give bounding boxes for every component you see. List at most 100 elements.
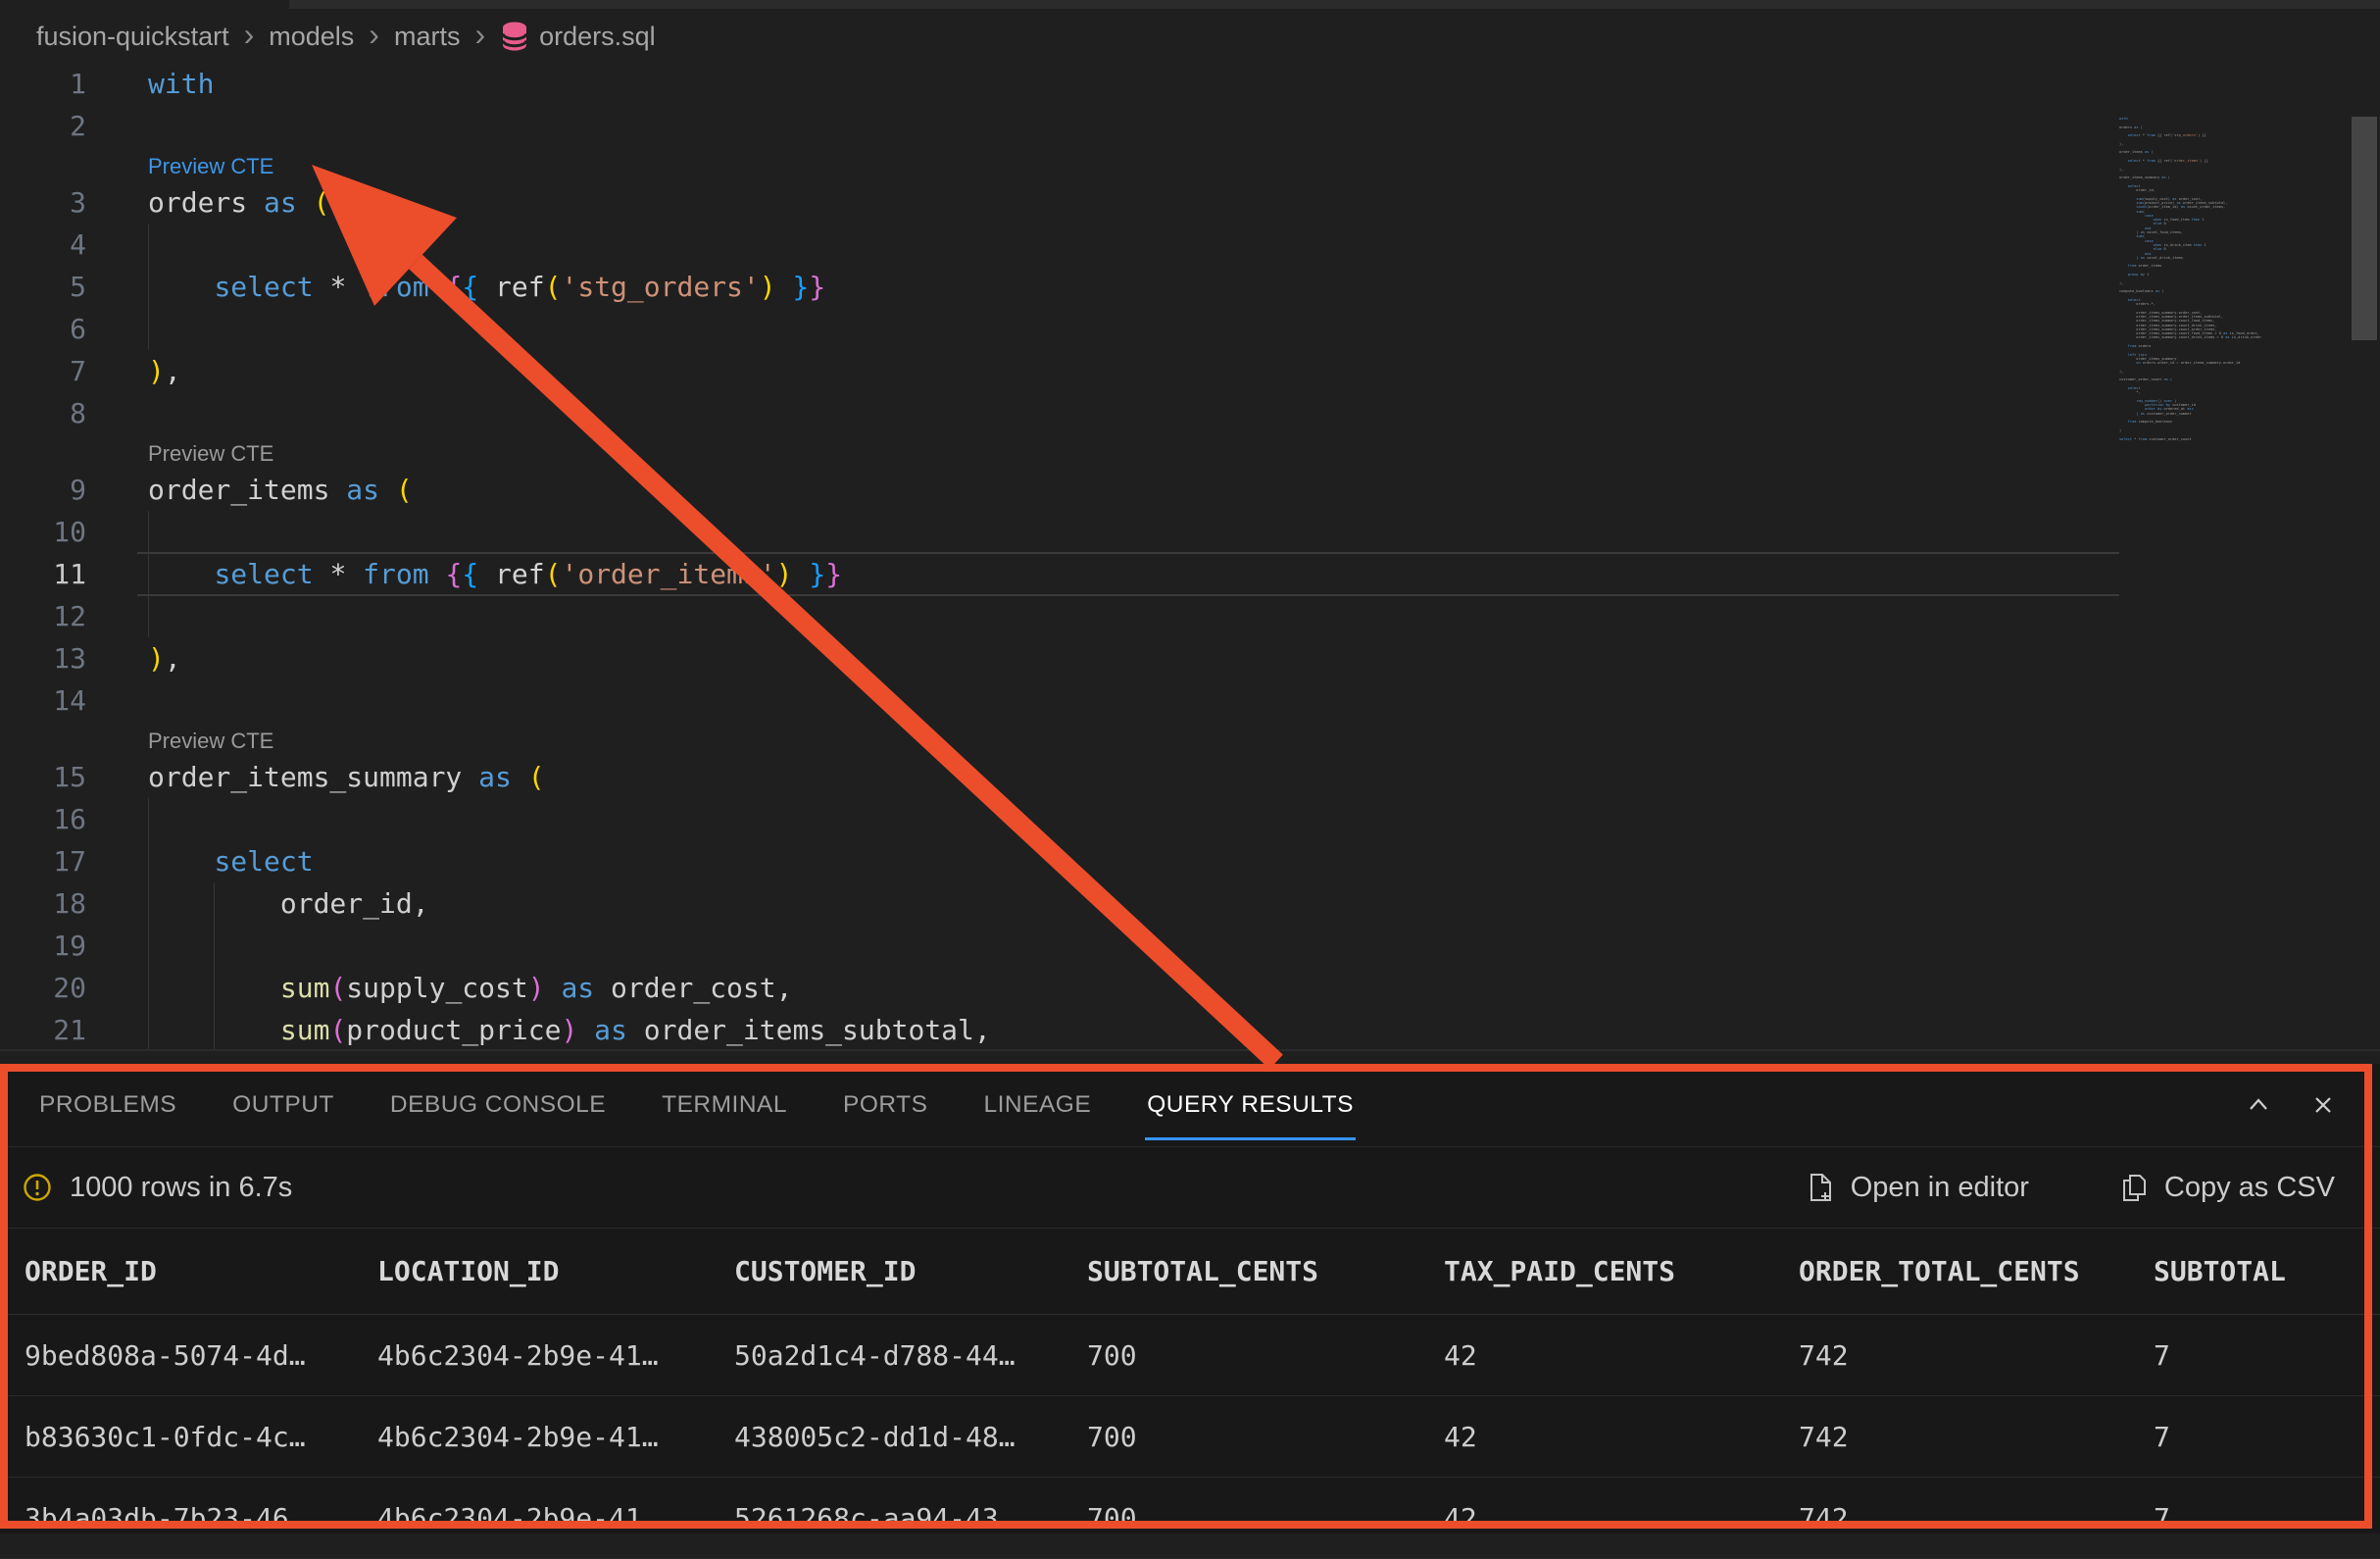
code-line-11[interactable]: 11 select * from {{ ref('order_items') }… bbox=[0, 553, 2119, 595]
breadcrumb-separator-icon bbox=[360, 19, 388, 54]
table-cell: 742 bbox=[1799, 1502, 2154, 1534]
panel-tabs: PROBLEMS OUTPUT DEBUG CONSOLE TERMINAL PORTS… bbox=[39, 1064, 1354, 1146]
column-header-subtotal_cents[interactable]: SUBTOTAL_CENTS bbox=[1087, 1255, 1444, 1287]
codelens-row: Preview CTE bbox=[0, 722, 2119, 756]
query-results-toolbar: 1000 rows in 6.7s Open in editor Copy as… bbox=[0, 1146, 2380, 1229]
bottom-panel: PROBLEMS OUTPUT DEBUG CONSOLE TERMINAL PORTS… bbox=[0, 1064, 2380, 1534]
copy-icon bbox=[2119, 1172, 2149, 1203]
breadcrumb-item-file[interactable]: orders.sql bbox=[500, 21, 656, 52]
code-line-16[interactable]: 16 bbox=[0, 798, 2119, 840]
table-cell: 42 bbox=[1444, 1339, 1799, 1372]
open-in-editor-label: Open in editor bbox=[1851, 1172, 2029, 1204]
code-line-1[interactable]: 1with bbox=[0, 63, 2119, 105]
chevron-up-icon[interactable] bbox=[2245, 1091, 2272, 1119]
panel-tab-bar: PROBLEMS OUTPUT DEBUG CONSOLE TERMINAL PORTS… bbox=[0, 1064, 2380, 1146]
result-actions: Open in editor Copy as CSV bbox=[1806, 1172, 2380, 1204]
table-cell: 742 bbox=[1799, 1339, 2154, 1372]
breadcrumb-item-models[interactable]: models bbox=[269, 22, 354, 52]
table-row[interactable]: 3b4a03db-7b23-46…4b6c2304-2b9e-41…526126… bbox=[0, 1478, 2380, 1559]
table-cell: 700 bbox=[1087, 1421, 1444, 1453]
table-cell: 700 bbox=[1087, 1502, 1444, 1534]
code-line-18[interactable]: 18 order_id, bbox=[0, 882, 2119, 925]
tab-output[interactable]: OUTPUT bbox=[232, 1064, 334, 1146]
table-cell: 50a2d1c4-d788-44… bbox=[734, 1339, 1087, 1372]
code-line-21[interactable]: 21 sum(product_price) as order_items_sub… bbox=[0, 1009, 2119, 1051]
tab-debug-console[interactable]: DEBUG CONSOLE bbox=[390, 1064, 606, 1146]
code-line-13[interactable]: 13), bbox=[0, 637, 2119, 679]
table-cell: 3b4a03db-7b23-46… bbox=[25, 1502, 377, 1534]
table-row[interactable]: b83630c1-0fdc-4c…4b6c2304-2b9e-41…438005… bbox=[0, 1396, 2380, 1478]
copy-as-csv-label: Copy as CSV bbox=[2164, 1172, 2335, 1204]
code-line-3[interactable]: 3orders as ( bbox=[0, 181, 2119, 224]
minimap-content: with orders as ( select * from {{ ref('s… bbox=[2119, 117, 2351, 441]
editor-lines: 1with2 Preview CTE 3orders as (45 select *… bbox=[0, 63, 2119, 1051]
code-line-14[interactable]: 14 bbox=[0, 679, 2119, 722]
table-row[interactable]: 9bed808a-5074-4d…4b6c2304-2b9e-41…50a2d1… bbox=[0, 1315, 2380, 1396]
editor-panel-divider bbox=[0, 1049, 2380, 1051]
panel-window-icons bbox=[2245, 1091, 2380, 1119]
codelens-row: Preview CTE bbox=[0, 434, 2119, 469]
code-line-15[interactable]: 15order_items_summary as ( bbox=[0, 756, 2119, 798]
tab-ports[interactable]: PORTS bbox=[843, 1064, 927, 1146]
code-line-8[interactable]: 8 bbox=[0, 392, 2119, 434]
breadcrumb-item-marts[interactable]: marts bbox=[394, 22, 461, 52]
code-line-4[interactable]: 4 bbox=[0, 224, 2119, 266]
breadcrumb-file-label: orders.sql bbox=[539, 22, 656, 52]
codelens-row: Preview CTE bbox=[0, 147, 2119, 181]
table-cell: 9bed808a-5074-4d… bbox=[25, 1339, 377, 1372]
table-cell: 700 bbox=[1087, 1339, 1444, 1372]
table-cell: 4b6c2304-2b9e-41… bbox=[377, 1502, 734, 1534]
tab-query-results[interactable]: QUERY RESULTS bbox=[1147, 1064, 1354, 1146]
results-table-header: ORDER_IDLOCATION_IDCUSTOMER_IDSUBTOTAL_C… bbox=[0, 1229, 2380, 1315]
code-line-7[interactable]: 7), bbox=[0, 350, 2119, 392]
table-cell: 438005c2-dd1d-48… bbox=[734, 1421, 1087, 1453]
preview-cte-link[interactable]: Preview CTE bbox=[148, 154, 273, 178]
table-cell: 742 bbox=[1799, 1421, 2154, 1453]
tab-terminal[interactable]: TERMINAL bbox=[662, 1064, 787, 1146]
table-cell: b83630c1-0fdc-4c… bbox=[25, 1421, 377, 1453]
table-cell: 7 bbox=[2154, 1502, 2380, 1534]
table-cell: 4b6c2304-2b9e-41… bbox=[377, 1421, 734, 1453]
tab-lineage[interactable]: LINEAGE bbox=[983, 1064, 1091, 1146]
open-in-editor-button[interactable]: Open in editor bbox=[1806, 1172, 2029, 1204]
code-line-17[interactable]: 17 select bbox=[0, 840, 2119, 882]
table-cell: 7 bbox=[2154, 1339, 2380, 1372]
column-header-customer_id[interactable]: CUSTOMER_ID bbox=[734, 1255, 1087, 1287]
preview-cte-link[interactable]: Preview CTE bbox=[148, 441, 273, 466]
table-cell: 7 bbox=[2154, 1421, 2380, 1453]
database-icon bbox=[500, 21, 529, 52]
new-file-icon bbox=[1806, 1172, 1835, 1203]
code-line-2[interactable]: 2 bbox=[0, 105, 2119, 147]
minimap[interactable]: with orders as ( select * from {{ ref('s… bbox=[2119, 117, 2351, 445]
query-status: 1000 rows in 6.7s bbox=[22, 1172, 292, 1204]
column-header-order_id[interactable]: ORDER_ID bbox=[25, 1255, 377, 1287]
warning-icon bbox=[22, 1172, 53, 1203]
breadcrumb: fusion-quickstart models marts orders.sq… bbox=[0, 10, 2380, 63]
code-line-6[interactable]: 6 bbox=[0, 308, 2119, 350]
table-cell: 5261268c-aa94-43… bbox=[734, 1502, 1087, 1534]
copy-as-csv-button[interactable]: Copy as CSV bbox=[2119, 1172, 2335, 1204]
code-line-12[interactable]: 12 bbox=[0, 595, 2119, 637]
table-cell: 42 bbox=[1444, 1502, 1799, 1534]
editor[interactable]: 1with2 Preview CTE 3orders as (45 select *… bbox=[0, 63, 2380, 1064]
preview-cte-link[interactable]: Preview CTE bbox=[148, 729, 273, 753]
code-line-10[interactable]: 10 bbox=[0, 511, 2119, 553]
code-line-9[interactable]: 9order_items as ( bbox=[0, 469, 2119, 511]
query-status-text: 1000 rows in 6.7s bbox=[70, 1172, 292, 1204]
close-icon[interactable] bbox=[2309, 1091, 2337, 1119]
tab-bar-remnant bbox=[289, 0, 2380, 10]
tab-problems[interactable]: PROBLEMS bbox=[39, 1064, 176, 1146]
column-header-location_id[interactable]: LOCATION_ID bbox=[377, 1255, 734, 1287]
results-table-body: 9bed808a-5074-4d…4b6c2304-2b9e-41…50a2d1… bbox=[0, 1315, 2380, 1559]
table-cell: 42 bbox=[1444, 1421, 1799, 1453]
column-header-order_total_cents[interactable]: ORDER_TOTAL_CENTS bbox=[1799, 1255, 2154, 1287]
code-line-19[interactable]: 19 bbox=[0, 925, 2119, 967]
column-header-tax_paid_cents[interactable]: TAX_PAID_CENTS bbox=[1444, 1255, 1799, 1287]
table-cell: 4b6c2304-2b9e-41… bbox=[377, 1339, 734, 1372]
column-header-subtotal[interactable]: SUBTOTAL bbox=[2154, 1255, 2380, 1287]
code-line-5[interactable]: 5 select * from {{ ref('stg_orders') }} bbox=[0, 266, 2119, 308]
breadcrumb-separator-icon bbox=[235, 19, 264, 54]
code-line-20[interactable]: 20 sum(supply_cost) as order_cost, bbox=[0, 967, 2119, 1009]
editor-scrollbar-thumb[interactable] bbox=[2352, 117, 2377, 340]
breadcrumb-item-project[interactable]: fusion-quickstart bbox=[36, 22, 229, 52]
